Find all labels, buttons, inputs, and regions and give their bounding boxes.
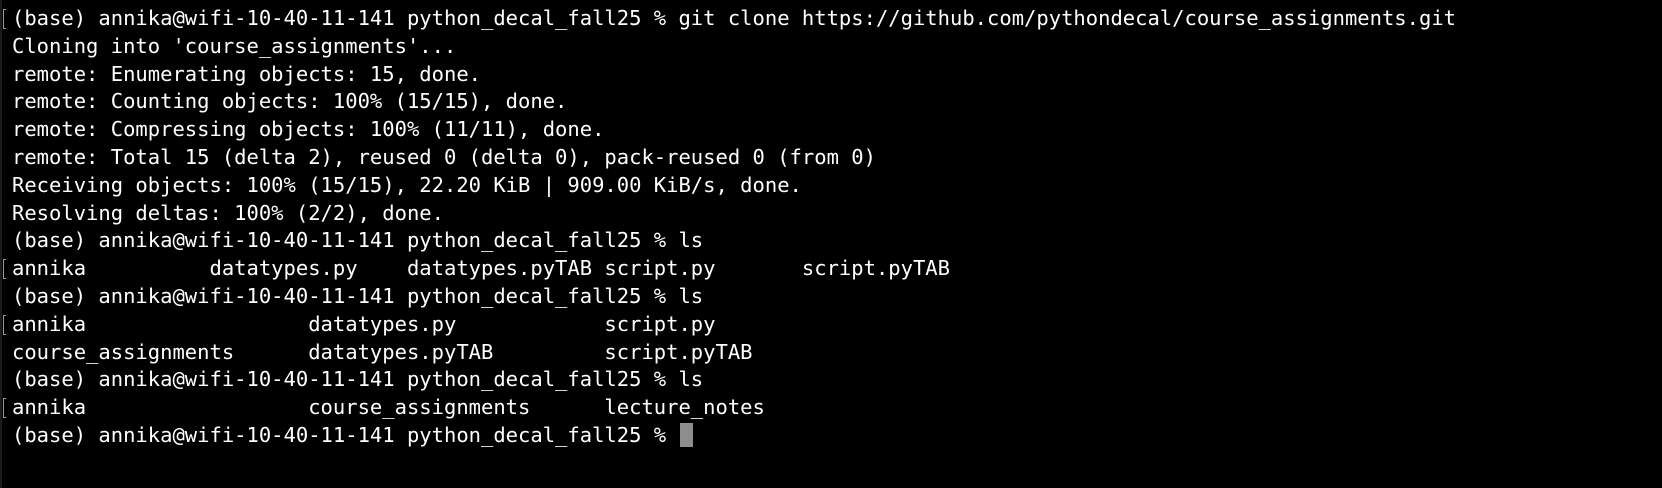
terminal-line: annika datatypes.py script.py	[3, 311, 1662, 339]
terminal-line: remote: Counting objects: 100% (15/15), …	[12, 88, 1662, 116]
line-text: annika course_assignments lecture_notes	[12, 395, 765, 420]
line-text: remote: Counting objects: 100% (15/15), …	[12, 89, 568, 114]
line-text: remote: Total 15 (delta 2), reused 0 (de…	[12, 144, 876, 169]
line-text: annika datatypes.py datatypes.pyTAB scri…	[12, 256, 950, 281]
window-left-edge	[0, 0, 2, 488]
line-text: course_assignments datatypes.pyTAB scrip…	[12, 339, 753, 364]
prompt-text: (base) annika@wifi-10-40-11-141 python_d…	[12, 422, 679, 447]
line-mark-icon	[3, 259, 6, 280]
line-text: (base) annika@wifi-10-40-11-141 python_d…	[12, 367, 704, 392]
line-mark-icon	[3, 9, 6, 29]
terminal-line: (base) annika@wifi-10-40-11-141 python_d…	[12, 366, 1662, 394]
terminal-output: (base) annika@wifi-10-40-11-141 python_d…	[3, 5, 1662, 450]
line-text: annika datatypes.py script.py	[12, 311, 716, 336]
line-text: (base) annika@wifi-10-40-11-141 python_d…	[12, 283, 704, 308]
terminal-line: Receiving objects: 100% (15/15), 22.20 K…	[12, 172, 1662, 200]
terminal-line: (base) annika@wifi-10-40-11-141 python_d…	[12, 283, 1662, 311]
terminal-line: (base) annika@wifi-10-40-11-141 python_d…	[12, 227, 1662, 255]
line-text: remote: Compressing objects: 100% (11/11…	[12, 117, 605, 142]
terminal-line: remote: Compressing objects: 100% (11/11…	[12, 116, 1662, 144]
line-text: remote: Enumerating objects: 15, done.	[12, 61, 481, 86]
terminal-line: Cloning into 'course_assignments'...	[12, 33, 1662, 61]
line-mark-icon	[3, 398, 6, 419]
line-text: Resolving deltas: 100% (2/2), done.	[12, 200, 444, 225]
terminal-line: course_assignments datatypes.pyTAB scrip…	[12, 339, 1662, 367]
terminal-line: remote: Enumerating objects: 15, done.	[12, 61, 1662, 89]
line-text: (base) annika@wifi-10-40-11-141 python_d…	[12, 6, 1457, 30]
line-mark-icon	[3, 314, 6, 335]
terminal-line: (base) annika@wifi-10-40-11-141 python_d…	[3, 5, 1662, 33]
line-text: (base) annika@wifi-10-40-11-141 python_d…	[12, 228, 704, 253]
terminal-prompt-line[interactable]: (base) annika@wifi-10-40-11-141 python_d…	[12, 422, 1662, 450]
line-text: Cloning into 'course_assignments'...	[12, 33, 457, 58]
terminal-line: remote: Total 15 (delta 2), reused 0 (de…	[12, 144, 1662, 172]
text-cursor[interactable]	[680, 422, 694, 447]
terminal-line: Resolving deltas: 100% (2/2), done.	[12, 200, 1662, 228]
line-text: Receiving objects: 100% (15/15), 22.20 K…	[12, 172, 802, 197]
terminal-window[interactable]: (base) annika@wifi-10-40-11-141 python_d…	[0, 0, 1662, 488]
terminal-line: annika course_assignments lecture_notes	[3, 394, 1662, 422]
terminal-line: annika datatypes.py datatypes.pyTAB scri…	[3, 255, 1662, 283]
